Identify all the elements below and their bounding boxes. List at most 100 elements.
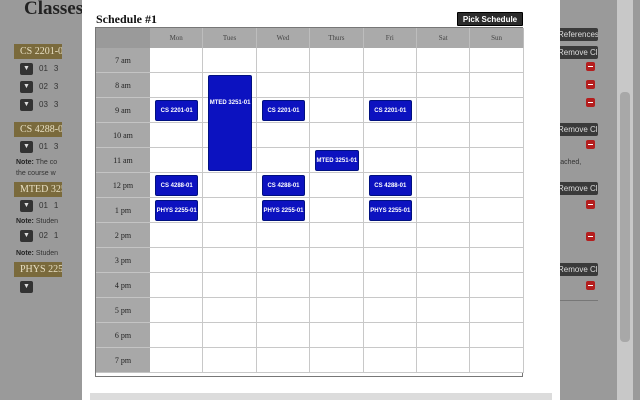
class-event[interactable]: CS 4288-01 [155,175,199,196]
section-credits: 1 [53,231,59,240]
grid-cell [363,48,417,73]
grid-cell [470,123,524,148]
grid-cell [310,73,364,98]
grid-cell [256,73,311,98]
day-header: Fri [363,28,417,48]
grid-cell [417,123,471,148]
class-event[interactable]: MTED 3251-01 [315,150,359,171]
grid-cell [363,323,417,348]
section-row: ▼ 01 3 [20,140,58,153]
remove-section-icon[interactable] [586,281,595,290]
grid-cell [203,48,257,73]
remove-section-icon[interactable] [586,200,595,209]
expand-arrow-icon[interactable]: ▼ [20,140,33,153]
grid-cell [256,323,311,348]
class-event[interactable]: CS 4288-01 [368,175,412,196]
section-credits: 3 [53,82,59,91]
grid-cell [470,348,524,373]
grid-cell [363,73,417,98]
grid-cell [363,273,417,298]
grid-cell [150,123,204,148]
expand-arrow-icon[interactable]: ▼ [20,280,33,293]
expand-arrow-icon[interactable]: ▼ [20,80,33,93]
section-row: ▼ [20,280,33,293]
day-header: Sat [417,28,471,48]
grid-cell [256,223,311,248]
grid-cell [470,323,524,348]
remove-class-button[interactable]: Remove Class [554,263,598,276]
section-credits: 1 [53,201,59,210]
section-number: 01 [39,142,48,151]
remove-section-icon[interactable] [586,62,595,71]
grid-cell [203,173,257,198]
expand-arrow-icon[interactable]: ▼ [20,229,33,242]
grid-cell [256,248,311,273]
class-event[interactable]: PHYS 2255-01 [368,200,412,221]
scrollbar-thumb[interactable] [620,92,630,342]
remove-section-icon[interactable] [586,98,595,107]
remove-class-button[interactable]: Remove Class [554,123,598,136]
grid-cell [470,73,524,98]
class-header[interactable]: CS 4288-01 [14,122,62,137]
expand-arrow-icon[interactable]: ▼ [20,62,33,75]
grid-cell [470,298,524,323]
grid-cell [417,248,471,273]
grid-cell [203,348,257,373]
grid-cell [203,273,257,298]
class-event[interactable]: PHYS 2255-01 [155,200,199,221]
remove-section-icon[interactable] [586,232,595,241]
grid-corner [96,28,150,48]
remove-section-icon[interactable] [586,140,595,149]
expand-arrow-icon[interactable]: ▼ [20,199,33,212]
grid-cell [363,123,417,148]
class-event[interactable]: PHYS 2255-01 [261,200,306,221]
section-row: ▼ 02 3 [20,80,58,93]
section-credits: 3 [53,64,59,73]
grid-cell [310,173,364,198]
grid-cell [470,248,524,273]
course-note: Note: The co [16,159,58,166]
grid-cell [150,48,204,73]
class-event[interactable]: CS 2201-01 [155,100,199,121]
section-number: 02 [39,82,48,91]
class-header[interactable]: PHYS 2255-01 [14,262,62,277]
grid-cell [310,223,364,248]
class-header[interactable]: MTED 3251-01 [14,182,62,197]
remove-class-button[interactable]: Remove Class [554,182,598,195]
references-button[interactable]: References [554,28,598,41]
grid-cell [150,273,204,298]
grid-cell [417,173,471,198]
grid-cell [256,298,311,323]
grid-cell [417,298,471,323]
grid-cell [256,48,311,73]
grid-cell [256,148,311,173]
course-note: Note: Studen [16,218,59,225]
time-label: 7 pm [96,348,150,373]
expand-arrow-icon[interactable]: ▼ [20,98,33,111]
grid-cell [203,198,257,223]
section-credits: 3 [53,142,59,151]
grid-cell [470,223,524,248]
grid-cell [203,223,257,248]
grid-cell [310,273,364,298]
remove-section-icon[interactable] [586,80,595,89]
grid-cell [150,248,204,273]
section-row: ▼ 02 1 [20,229,58,242]
class-event[interactable]: CS 4288-01 [261,175,306,196]
section-row: ▼ 01 1 [20,199,58,212]
grid-cell [470,173,524,198]
grid-cell [417,348,471,373]
class-event[interactable]: CS 2201-01 [261,100,306,121]
grid-cell [310,123,364,148]
remove-class-button[interactable]: Remove Class [554,46,598,59]
pick-schedule-button[interactable]: Pick Schedule [457,12,523,26]
class-event[interactable]: CS 2201-01 [368,100,412,121]
class-event[interactable]: MTED 3251-01 [208,75,252,171]
section-credits: 3 [53,100,59,109]
time-label: 11 am [96,148,150,173]
grid-cell [470,48,524,73]
time-label: 6 pm [96,323,150,348]
modal-footer-bar [90,393,552,400]
class-header[interactable]: CS 2201-01 [14,44,62,59]
grid-cell [310,348,364,373]
